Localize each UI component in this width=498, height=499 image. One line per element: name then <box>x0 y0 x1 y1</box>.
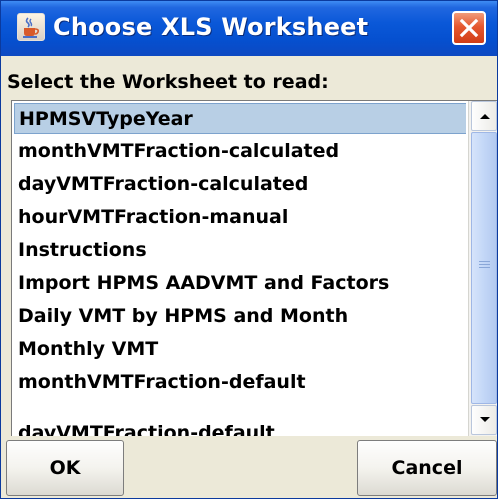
close-icon <box>459 18 479 38</box>
vertical-scrollbar[interactable] <box>468 101 497 436</box>
worksheet-listbox[interactable]: HPMSVTypeYear monthVMTFraction-calculate… <box>11 100 497 436</box>
java-cup-icon <box>17 13 45 41</box>
close-button[interactable] <box>452 11 486 45</box>
worksheet-item[interactable]: monthVMTFraction-default <box>14 367 466 398</box>
worksheet-item[interactable]: dayVMTFraction-default <box>14 418 466 436</box>
worksheet-list: HPMSVTypeYear monthVMTFraction-calculate… <box>12 101 466 436</box>
scroll-down-button[interactable] <box>471 405 497 435</box>
arrow-down-icon <box>480 417 490 422</box>
cancel-button[interactable]: Cancel <box>357 440 497 496</box>
worksheet-item[interactable]: monthVMTFraction-calculated <box>14 136 466 167</box>
worksheet-item[interactable]: Import HPMS AADVMT and Factors <box>14 268 466 299</box>
scroll-thumb[interactable] <box>471 132 497 404</box>
grip-icon <box>479 261 490 271</box>
worksheet-item[interactable]: Instructions <box>14 235 466 266</box>
scroll-up-button[interactable] <box>471 101 497 131</box>
choose-worksheet-dialog: Choose XLS Worksheet Select the Workshee… <box>0 0 498 499</box>
worksheet-item[interactable]: Daily VMT by HPMS and Month <box>14 301 466 332</box>
worksheet-item-selected[interactable]: HPMSVTypeYear <box>14 103 466 134</box>
worksheet-item[interactable]: Monthly VMT <box>14 334 466 365</box>
arrow-up-icon <box>480 114 490 119</box>
worksheet-item[interactable]: dayVMTFraction-calculated <box>14 169 466 200</box>
window-title: Choose XLS Worksheet <box>53 13 369 41</box>
worksheet-item[interactable]: hourVMTFraction-manual <box>14 202 466 233</box>
prompt-label: Select the Worksheet to read: <box>7 71 329 93</box>
title-bar[interactable]: Choose XLS Worksheet <box>1 1 497 56</box>
ok-button[interactable]: OK <box>6 440 124 496</box>
